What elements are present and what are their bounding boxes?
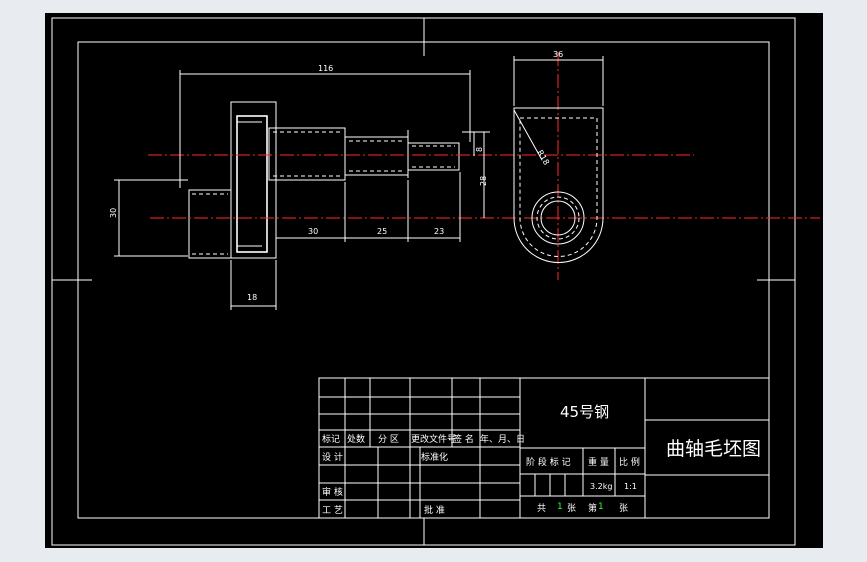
dim-step-1: 30	[308, 227, 318, 236]
rev-header-zone: 分 区	[378, 434, 399, 445]
rev-header-count: 处数	[347, 433, 365, 445]
sheet-total-prefix: 共	[537, 503, 546, 514]
dim-overall-length: 116	[318, 64, 333, 73]
dim-offset-b: 28	[479, 176, 488, 186]
role-review: 审 核	[322, 486, 343, 498]
material-label: 45号钢	[560, 403, 609, 421]
drawing-background	[45, 13, 823, 548]
dim-offset-a: 8	[475, 147, 484, 152]
weight-label: 重 量	[588, 456, 609, 468]
sheet-total: 1	[557, 502, 563, 512]
role-approve: 批 准	[424, 504, 445, 516]
dim-left-diameter: 30	[109, 208, 118, 218]
sheet-index-prefix: 第	[588, 502, 597, 514]
dim-end-width: 36	[553, 50, 563, 59]
rev-header-date: 年、月、日	[480, 433, 525, 445]
sheet-index-suffix: 张	[619, 503, 628, 514]
weight-value: 3.2kg	[590, 482, 612, 491]
dim-flange-length: 18	[247, 293, 257, 302]
rev-header-sign: 签 名	[453, 433, 474, 445]
rev-header-mark: 标记	[322, 433, 340, 445]
role-process: 工 艺	[322, 505, 343, 516]
role-standardize: 标准化	[421, 451, 448, 463]
scale-label: 比 例	[619, 456, 640, 468]
sheet-total-suffix: 张	[567, 503, 576, 514]
rev-header-doc: 更改文件号	[411, 433, 456, 445]
role-design: 设 计	[322, 451, 343, 463]
stage-label: 阶 段 标 记	[526, 456, 571, 468]
sheet-index: 1	[598, 502, 604, 512]
dim-step-3: 23	[434, 227, 444, 236]
cad-viewport[interactable]: 116 18 30 25 23 30 8 28 36 R18 标记 处数 分 区…	[0, 0, 867, 562]
scale-value: 1:1	[624, 482, 637, 491]
drawing-title: 曲轴毛坯图	[666, 438, 761, 460]
drawing-canvas[interactable]: 116 18 30 25 23 30 8 28 36 R18 标记 处数 分 区…	[0, 0, 867, 562]
dim-step-2: 25	[377, 227, 387, 236]
